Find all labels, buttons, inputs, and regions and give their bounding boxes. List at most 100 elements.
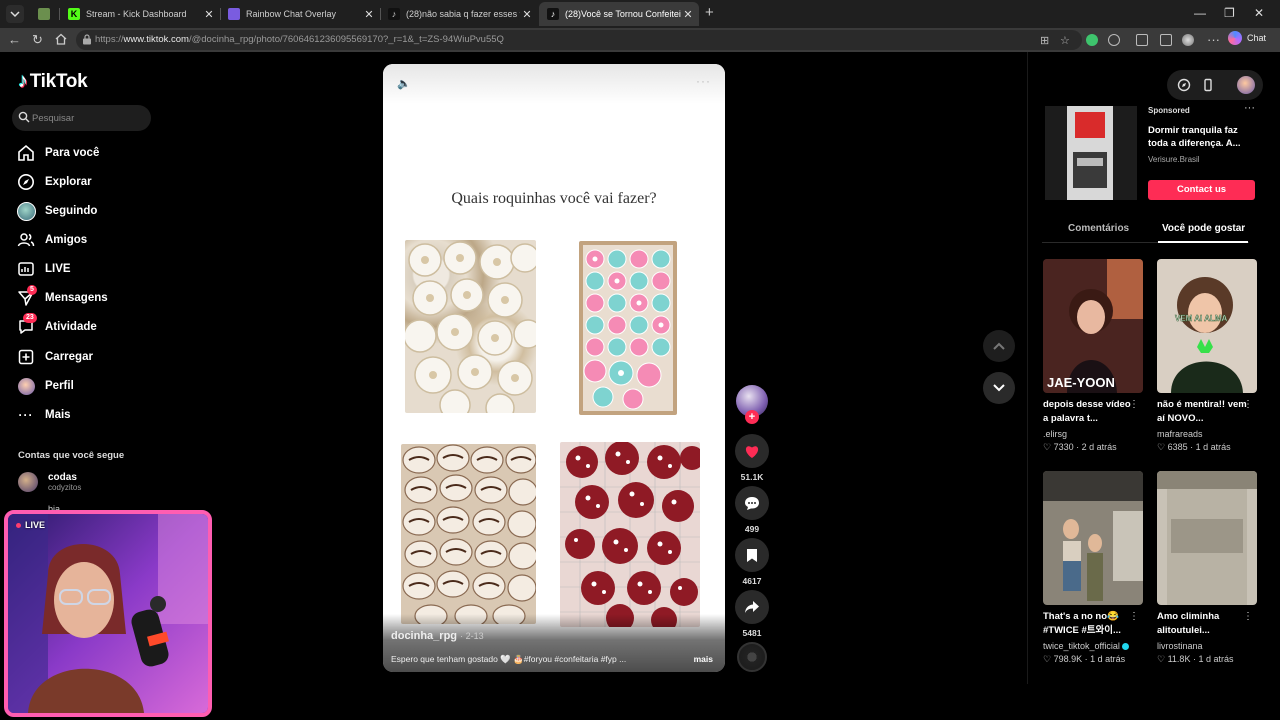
minimize-icon[interactable]: — xyxy=(1194,6,1206,20)
tab-kick-dashboard[interactable]: K Stream - Kick Dashboard ✕ xyxy=(60,2,220,26)
avatar[interactable] xyxy=(1237,76,1255,94)
sidebar-item-carregar[interactable]: Carregar xyxy=(16,344,93,370)
ad-image[interactable] xyxy=(1045,106,1137,200)
thumbnail-caption: JAE-YOON xyxy=(1047,375,1115,390)
music-disc-icon[interactable] xyxy=(737,642,767,672)
suggested-video-card[interactable]: VEM AI ALMA ⋮ não é mentira!! vem aí NOV… xyxy=(1157,259,1259,453)
maximize-icon[interactable]: ❐ xyxy=(1224,6,1235,20)
close-icon[interactable]: ✕ xyxy=(362,8,376,21)
tab-rainbow-chat[interactable]: Rainbow Chat Overlay ✕ xyxy=(220,2,380,26)
card-author[interactable]: mafrareads xyxy=(1157,429,1203,439)
close-icon[interactable]: ✕ xyxy=(202,8,216,21)
tiktok-logo[interactable]: ♪ TikTok xyxy=(18,70,88,93)
suggested-video-card[interactable]: ⋮ Amo climinha alitoutulei... livrostina… xyxy=(1157,471,1259,665)
contact-us-button[interactable]: Contact us xyxy=(1148,180,1255,200)
sidebar-item-mais[interactable]: ··· Mais xyxy=(16,402,71,428)
tab-group-icon xyxy=(38,8,50,20)
coin-icon[interactable] xyxy=(1177,78,1191,92)
photo-post[interactable]: 🔈 ··· Quais roquinhas você vai fazer? do… xyxy=(383,64,725,672)
activity-icon: 23 xyxy=(16,313,37,337)
volume-icon[interactable]: 🔈 xyxy=(397,77,411,90)
home-icon[interactable] xyxy=(55,33,67,48)
active-tab-indicator xyxy=(1158,241,1248,243)
overlay-icon xyxy=(228,8,240,20)
video-thumbnail[interactable]: VEM AI ALMA xyxy=(1157,259,1257,393)
photo-red-velvet-cookies xyxy=(560,441,704,633)
ad-brand[interactable]: Verisure.Brasil xyxy=(1148,155,1200,164)
tab-comentarios[interactable]: Comentários xyxy=(1068,223,1129,234)
search-placeholder: Pesquisar xyxy=(32,113,75,124)
card-more-icon[interactable]: ⋮ xyxy=(1243,611,1253,622)
more-options-icon[interactable]: ··· xyxy=(696,74,711,88)
thumbnail-caption: VEM AI ALMA xyxy=(1175,314,1228,323)
card-title: não é mentira!! vem aí NOVO... xyxy=(1157,399,1247,424)
chat-label: Chat xyxy=(1247,33,1267,43)
tiktok-icon: ♪ xyxy=(388,8,400,20)
share-button[interactable] xyxy=(735,590,769,624)
card-author[interactable]: .elirsg xyxy=(1043,429,1067,439)
tab-actions-button[interactable] xyxy=(6,5,24,23)
tab-voce-pode-gostar[interactable]: Você pode gostar xyxy=(1162,223,1245,234)
sidebar-item-seguindo[interactable]: Seguindo xyxy=(16,198,97,224)
card-stats: ♡ 11.8K · 1 d atrás xyxy=(1157,654,1234,664)
video-thumbnail[interactable]: JAE-YOON xyxy=(1043,259,1143,393)
sidebar-item-atividade[interactable]: 23 Atividade xyxy=(16,313,97,340)
copilot-chat-button[interactable]: Chat xyxy=(1228,31,1266,45)
save-button[interactable] xyxy=(735,538,769,572)
followed-account[interactable]: codas codyzitos xyxy=(18,472,81,492)
followed-handle: codyzitos xyxy=(48,483,82,492)
back-icon[interactable]: ← xyxy=(8,32,21,47)
tab-group[interactable] xyxy=(30,2,60,26)
heart-icon: ♡ xyxy=(1157,442,1166,452)
ad-more-icon[interactable]: ··· xyxy=(1244,102,1255,114)
card-time: 2 d atrás xyxy=(1081,442,1117,452)
tab-tiktok-1[interactable]: ♪ (28)não sabia q fazer esses vídeos ✕ xyxy=(380,2,538,26)
comment-button[interactable] xyxy=(735,486,769,520)
extension-puzzle-icon[interactable] xyxy=(1108,34,1120,46)
card-author[interactable]: livrostinana xyxy=(1157,641,1203,651)
collections-icon[interactable] xyxy=(1136,34,1148,46)
lock-icon[interactable] xyxy=(82,34,92,45)
card-more-icon[interactable]: ⋮ xyxy=(1129,611,1139,622)
next-post-button[interactable] xyxy=(983,372,1015,404)
caption-more-link[interactable]: mais xyxy=(694,654,713,664)
device-icon[interactable] xyxy=(1201,78,1215,92)
browser-tab-strip: K Stream - Kick Dashboard ✕ Rainbow Chat… xyxy=(0,0,1280,28)
suggested-video-card[interactable]: JAE-YOON ⋮ depois desse vídeo a palavra … xyxy=(1043,259,1145,453)
card-more-icon[interactable]: ⋮ xyxy=(1129,399,1139,410)
close-icon[interactable]: ✕ xyxy=(520,8,534,21)
sidebar-item-amigos[interactable]: Amigos xyxy=(16,227,87,253)
address-bar[interactable]: https://www.tiktok.com/@docinha_rpg/phot… xyxy=(76,30,1082,50)
sidebar-item-live[interactable]: LIVE xyxy=(16,256,71,282)
heart-icon: ♡ xyxy=(1043,442,1052,452)
card-more-icon[interactable]: ⋮ xyxy=(1243,399,1253,410)
bookmark-icon xyxy=(747,548,757,562)
extension-icon[interactable] xyxy=(1086,34,1098,46)
favorite-star-icon[interactable]: ☆ xyxy=(1060,34,1070,47)
previous-post-button[interactable] xyxy=(983,330,1015,362)
tiktok-icon: ♪ xyxy=(547,8,559,20)
suggested-video-card[interactable]: ⋮ That's a no no😂 #TWICE #트와이... twice_t… xyxy=(1043,471,1145,665)
reload-icon[interactable]: ↻ xyxy=(32,32,43,48)
search-input[interactable]: Pesquisar xyxy=(12,105,151,131)
like-button[interactable] xyxy=(735,434,769,468)
follow-plus-button[interactable]: + xyxy=(745,410,759,424)
post-author[interactable]: docinha_rpg · 2-13 xyxy=(391,630,484,642)
video-thumbnail[interactable] xyxy=(1157,471,1257,605)
more-menu-icon[interactable]: ··· xyxy=(1207,32,1220,47)
sidebar-item-mensagens[interactable]: 5 Mensagens xyxy=(16,285,108,311)
tab-tiktok-active[interactable]: ♪ (28)Você se Tornou Confeiteira: Dê ✕ xyxy=(539,2,699,26)
sidebar-item-explorar[interactable]: Explorar xyxy=(16,169,92,195)
video-thumbnail[interactable] xyxy=(1043,471,1143,605)
sidebar-item-para-voce[interactable]: Para você xyxy=(16,140,99,166)
profile-icon[interactable] xyxy=(1182,34,1194,46)
app-available-icon[interactable]: ⊞ xyxy=(1040,34,1049,47)
favorites-icon[interactable] xyxy=(1160,34,1172,46)
sidebar-item-perfil[interactable]: Perfil xyxy=(16,373,74,399)
card-author[interactable]: twice_tiktok_official xyxy=(1043,641,1120,651)
close-window-icon[interactable]: ✕ xyxy=(1254,6,1264,20)
url-text: https://www.tiktok.com/@docinha_rpg/phot… xyxy=(95,34,504,45)
close-icon[interactable]: ✕ xyxy=(681,8,695,21)
new-tab-button[interactable]: + xyxy=(705,4,714,21)
comment-count: 499 xyxy=(744,524,760,534)
